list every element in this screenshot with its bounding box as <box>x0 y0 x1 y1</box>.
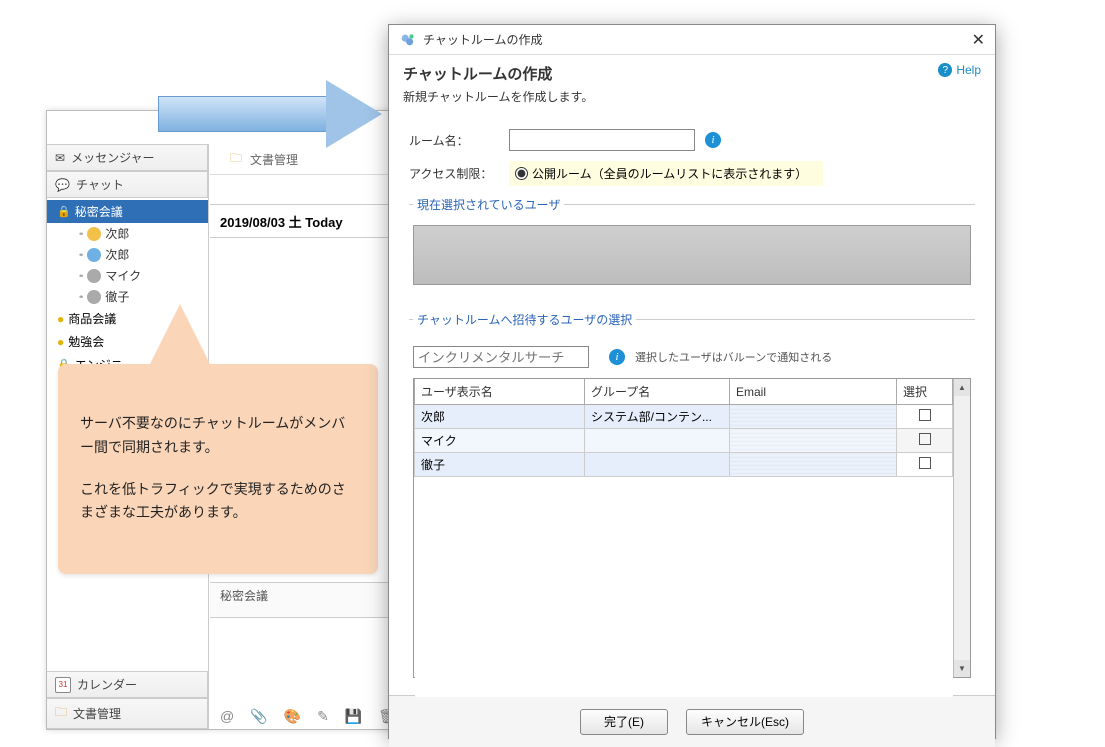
col-username[interactable]: ユーザ表示名 <box>415 379 585 405</box>
callout-text: サーバ不要なのにチャットルームがメンバー間で同期されます。 <box>80 412 356 460</box>
help-link[interactable]: ? Help <box>938 63 981 77</box>
mention-icon[interactable]: @ <box>220 708 234 724</box>
selected-users-box <box>413 225 971 285</box>
help-icon: ? <box>938 63 952 77</box>
chatroom-icon <box>399 32 415 48</box>
lock-icon: 🔒 <box>57 205 71 218</box>
dot-icon: ● <box>57 335 64 349</box>
checkbox-icon <box>919 457 931 469</box>
checkbox-icon <box>919 433 931 445</box>
table-row[interactable]: 次郎 システム部/コンテン... <box>415 405 953 429</box>
ok-button[interactable]: 完了(E) <box>580 709 668 735</box>
col-group[interactable]: グループ名 <box>585 379 730 405</box>
users-table: ユーザ表示名 グループ名 Email 選択 次郎 システム部/コンテン... マ… <box>414 379 953 697</box>
access-radio[interactable] <box>515 167 528 180</box>
dialog-heading: チャットルームの作成 <box>403 63 552 84</box>
search-hint: 選択したユーザはバルーンで通知される <box>635 349 832 365</box>
access-option-public[interactable]: 公開ルーム（全員のルームリストに表示されます） <box>509 161 823 186</box>
dialog-header: ? Help チャットルームの作成 新規チャットルームを作成します。 <box>389 55 995 115</box>
checkbox-icon <box>919 409 931 421</box>
table-header-row: ユーザ表示名 グループ名 Email 選択 <box>415 379 953 405</box>
dialog-body: ルーム名： i アクセス制限： 公開ルーム（全員のルームリストに表示されます） … <box>389 115 995 695</box>
room-name: 秘密会議 <box>75 203 123 220</box>
room-member[interactable]: 次郎 <box>47 223 208 244</box>
scroll-down-icon[interactable]: ▼ <box>954 660 970 677</box>
edit-icon[interactable]: ✎ <box>317 708 329 725</box>
room-name-label: ルーム名： <box>409 132 509 149</box>
create-chatroom-dialog: チャットルームの作成 ✕ ? Help チャットルームの作成 新規チャットルーム… <box>388 24 996 739</box>
palette-icon[interactable]: 🎨 <box>284 708 301 725</box>
room-member[interactable]: マイク <box>47 265 208 286</box>
dialog-subheading: 新規チャットルームを作成します。 <box>403 88 981 105</box>
sidebar-section-chat[interactable]: 💬 チャット <box>47 171 208 198</box>
close-icon[interactable]: ✕ <box>972 30 985 50</box>
info-icon[interactable]: i <box>705 132 721 148</box>
room-name: 商品会議 <box>68 310 116 327</box>
room-name-input[interactable] <box>509 129 695 151</box>
callout-text: これを低トラフィックで実現するためのさまざまな工夫があります。 <box>80 478 356 526</box>
sidebar-label: 文書管理 <box>73 705 121 722</box>
highlight-arrow <box>158 80 388 148</box>
scrollbar[interactable]: ▲ ▼ <box>953 379 970 677</box>
fieldset-legend: チャットルームへ招待するユーザの選択 <box>413 311 636 328</box>
col-select[interactable]: 選択 <box>897 379 953 405</box>
sidebar-section-messenger[interactable]: ✉ メッセンジャー <box>47 144 208 171</box>
attach-icon[interactable]: 📎 <box>250 708 267 725</box>
table-row[interactable]: マイク <box>415 429 953 453</box>
info-icon[interactable]: i <box>609 349 625 365</box>
access-label: アクセス制限： <box>409 165 509 182</box>
sidebar-label: メッセンジャー <box>71 149 154 166</box>
room-member[interactable]: 次郎 <box>47 244 208 265</box>
users-table-wrap: ユーザ表示名 グループ名 Email 選択 次郎 システム部/コンテン... マ… <box>413 378 971 678</box>
table-row[interactable]: 徹子 <box>415 453 953 477</box>
window-title: チャットルームの作成 <box>423 31 543 48</box>
sidebar-section-calendar[interactable]: 31 カレンダー <box>47 671 208 698</box>
sidebar-section-docs[interactable]: 🗀 文書管理 <box>47 698 208 729</box>
folder-icon: 🗀 <box>230 149 242 170</box>
calendar-icon: 31 <box>55 677 71 693</box>
selected-users-fieldset: 現在選択されているユーザ <box>409 196 975 289</box>
invite-users-fieldset: チャットルームへ招待するユーザの選択 i 選択したユーザはバルーンで通知される … <box>409 311 975 682</box>
chat-icon: 💬 <box>55 178 70 192</box>
annotation-callout: サーバ不要なのにチャットルームがメンバー間で同期されます。 これを低トラフィック… <box>58 364 378 574</box>
chat-room[interactable]: 🔒 秘密会議 <box>47 200 208 223</box>
dialog-titlebar: チャットルームの作成 ✕ <box>389 25 995 55</box>
incremental-search-input[interactable] <box>413 346 589 368</box>
dot-icon: ● <box>57 312 64 326</box>
cancel-button[interactable]: キャンセル(Esc) <box>686 709 804 735</box>
sidebar-label: カレンダー <box>77 676 137 693</box>
save-icon[interactable]: 💾 <box>345 708 362 725</box>
dialog-footer: 完了(E) キャンセル(Esc) <box>389 695 995 747</box>
col-email[interactable]: Email <box>730 379 897 405</box>
mail-icon: ✉ <box>55 151 65 165</box>
tab-docs[interactable]: 文書管理 <box>250 151 298 168</box>
sidebar-label: チャット <box>76 176 124 193</box>
room-name: 勉強会 <box>68 333 104 350</box>
scroll-up-icon[interactable]: ▲ <box>954 379 970 396</box>
folder-icon: 🗀 <box>55 703 67 724</box>
fieldset-legend: 現在選択されているユーザ <box>413 196 564 213</box>
